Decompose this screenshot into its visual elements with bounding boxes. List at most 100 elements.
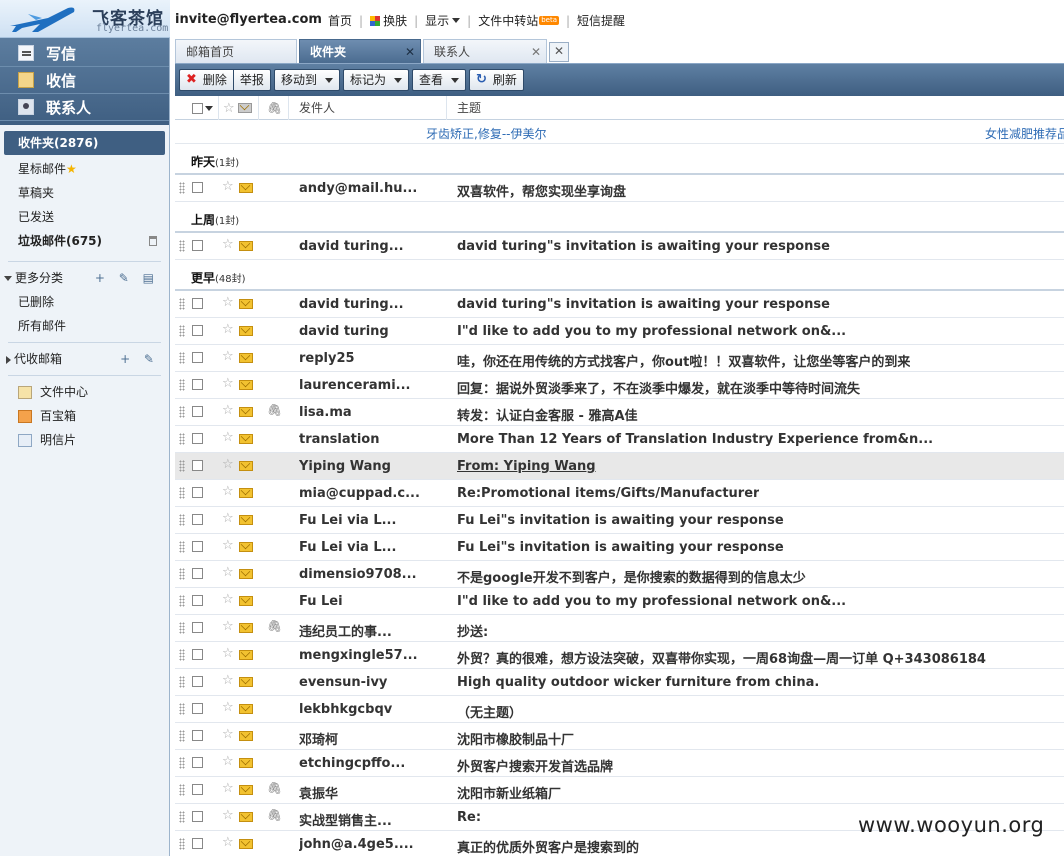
- star-icon[interactable]: ☆: [222, 619, 234, 634]
- star-icon[interactable]: ☆: [222, 646, 234, 661]
- table-row[interactable]: ☆ Fu Lei via L... Fu Lei"s invitation is a…: [175, 507, 1064, 534]
- table-row[interactable]: ☆ Yiping Wang From: Yiping Wang: [175, 453, 1064, 480]
- drag-handle-icon[interactable]: [179, 622, 185, 634]
- row-checkbox[interactable]: [192, 379, 203, 390]
- nav-sms-reminder[interactable]: 短信提醒: [577, 12, 625, 29]
- ad-link-left[interactable]: 牙齿矫正,修复--伊美尔: [426, 125, 546, 142]
- mail-subject[interactable]: Re:: [457, 810, 481, 825]
- compose-button[interactable]: 写信: [0, 40, 169, 67]
- mail-subject[interactable]: 抄送:: [457, 621, 488, 640]
- sender-name[interactable]: Fu Lei: [299, 594, 449, 609]
- sender-name[interactable]: evensun-ivy: [299, 675, 449, 690]
- row-checkbox[interactable]: [192, 703, 203, 714]
- star-icon[interactable]: ☆: [222, 700, 234, 715]
- table-row[interactable]: ☆ 邓琦柯 沈阳市橡胶制品十厂: [175, 723, 1064, 750]
- row-checkbox[interactable]: [192, 298, 203, 309]
- table-row[interactable]: ☆ mia@cuppad.c... Re:Promotional items/Gif…: [175, 480, 1064, 507]
- drag-handle-icon[interactable]: [179, 514, 185, 526]
- table-row[interactable]: ☆ 🖇 违纪员工的事... 抄送:: [175, 615, 1064, 642]
- receive-mail-button[interactable]: 收信: [0, 67, 169, 94]
- nav-skin[interactable]: 换肤: [370, 12, 407, 29]
- folder-inbox[interactable]: 收件夹(2876): [4, 131, 165, 155]
- row-checkbox[interactable]: [192, 460, 203, 471]
- row-checkbox[interactable]: [192, 622, 203, 633]
- select-all-checkbox[interactable]: [192, 102, 203, 114]
- close-all-tabs-button[interactable]: ✕: [549, 42, 569, 62]
- mail-subject[interactable]: 转发：认证白金客服 - 雅高A佳: [457, 405, 638, 424]
- table-row[interactable]: ☆ david turing... david turing"s invitatio…: [175, 233, 1064, 260]
- mail-subject[interactable]: 回复：据说外贸淡季来了，不在淡季中爆发，就在淡季中等待时间流失: [457, 378, 860, 397]
- sender-name[interactable]: 袁振华: [299, 783, 449, 802]
- table-row[interactable]: ☆ david turing... david turing"s invitatio…: [175, 291, 1064, 318]
- row-checkbox[interactable]: [192, 784, 203, 795]
- folder-sent[interactable]: 已发送: [0, 205, 169, 229]
- drag-handle-icon[interactable]: [179, 757, 185, 769]
- chevron-down-icon[interactable]: [205, 105, 213, 111]
- star-icon[interactable]: ☆: [222, 179, 234, 194]
- star-icon[interactable]: ☆: [222, 484, 234, 499]
- sender-name[interactable]: dimensio9708...: [299, 567, 449, 582]
- row-checkbox[interactable]: [192, 811, 203, 822]
- date-group-header[interactable]: 昨天(1封): [175, 144, 1064, 175]
- row-checkbox[interactable]: [192, 838, 203, 849]
- star-icon[interactable]: ☆: [222, 403, 234, 418]
- proxy-tools[interactable]: + ✎: [120, 347, 159, 371]
- drag-handle-icon[interactable]: [179, 811, 185, 823]
- sender-name[interactable]: 实战型销售主...: [299, 810, 449, 829]
- mail-subject[interactable]: Fu Lei"s invitation is awaiting your res…: [457, 513, 784, 528]
- star-icon[interactable]: ☆: [222, 538, 234, 553]
- row-checkbox[interactable]: [192, 568, 203, 579]
- tab-inbox[interactable]: 收件夹 ✕: [299, 39, 421, 63]
- row-checkbox[interactable]: [192, 325, 203, 336]
- drag-handle-icon[interactable]: [179, 595, 185, 607]
- drag-handle-icon[interactable]: [179, 240, 185, 252]
- drag-handle-icon[interactable]: [179, 352, 185, 364]
- table-row[interactable]: ☆ reply25 哇，你还在用传统的方式找客户，你out啦！！双喜软件，让您坐等客…: [175, 345, 1064, 372]
- folder-starred[interactable]: 星标邮件★: [0, 157, 169, 181]
- mark-as-dropdown[interactable]: 标记为: [342, 69, 409, 91]
- star-icon[interactable]: ☆: [222, 237, 234, 252]
- tool-file-center[interactable]: 文件中心: [0, 380, 169, 404]
- star-icon[interactable]: ☆: [222, 727, 234, 742]
- move-to-dropdown[interactable]: 移动到: [273, 69, 340, 91]
- mail-subject[interactable]: I"d like to add you to my professional n…: [457, 324, 846, 339]
- table-row[interactable]: ☆ evensun-ivy High quality outdoor wicker …: [175, 669, 1064, 696]
- mail-subject[interactable]: 双喜软件，帮您实现坐享询盘: [457, 181, 626, 200]
- star-icon[interactable]: ☆: [222, 781, 234, 796]
- sender-name[interactable]: 邓琦柯: [299, 729, 449, 748]
- row-checkbox[interactable]: [192, 676, 203, 687]
- mail-subject[interactable]: 外贸客户搜索开发首选品牌: [457, 756, 613, 775]
- drag-handle-icon[interactable]: [179, 487, 185, 499]
- drag-handle-icon[interactable]: [179, 541, 185, 553]
- sender-name[interactable]: john@a.4ge5....: [299, 837, 449, 852]
- sender-name[interactable]: david turing...: [299, 239, 449, 254]
- table-row[interactable]: ☆ 🖇 袁振华 沈阳市新业纸箱厂: [175, 777, 1064, 804]
- mail-subject[interactable]: 哇，你还在用传统的方式找客户，你out啦！！双喜软件，让您坐等客户的到来: [457, 351, 910, 370]
- row-checkbox[interactable]: [192, 240, 203, 251]
- table-row[interactable]: ☆ 🖇 lisa.ma 转发：认证白金客服 - 雅高A佳: [175, 399, 1064, 426]
- mail-subject[interactable]: 沈阳市新业纸箱厂: [457, 783, 561, 802]
- drag-handle-icon[interactable]: [179, 568, 185, 580]
- nav-display[interactable]: 显示: [425, 12, 461, 29]
- proxy-mailbox-toggle[interactable]: 代收邮箱 + ✎: [0, 347, 169, 371]
- delete-button[interactable]: ✖ 删除: [179, 69, 234, 91]
- drag-handle-icon[interactable]: [179, 460, 185, 472]
- folder-spam[interactable]: 垃圾邮件(675): [0, 229, 169, 253]
- sender-name[interactable]: laurencerami...: [299, 378, 449, 393]
- sender-name[interactable]: lekbhkgcbqv: [299, 702, 449, 717]
- row-checkbox[interactable]: [192, 406, 203, 417]
- row-checkbox[interactable]: [192, 487, 203, 498]
- mail-subject[interactable]: david turing"s invitation is awaiting yo…: [457, 297, 830, 312]
- more-categories-toggle[interactable]: 更多分类 + ✎ ▤: [0, 266, 169, 290]
- nav-home[interactable]: 首页: [328, 12, 352, 29]
- mail-subject[interactable]: More Than 12 Years of Translation Indust…: [457, 432, 933, 447]
- mail-subject[interactable]: From: Yiping Wang: [457, 459, 596, 474]
- drag-handle-icon[interactable]: [179, 379, 185, 391]
- drag-handle-icon[interactable]: [179, 838, 185, 850]
- sender-name[interactable]: mengxingle57...: [299, 648, 449, 663]
- sender-name[interactable]: david turing: [299, 324, 449, 339]
- row-checkbox[interactable]: [192, 730, 203, 741]
- sender-name[interactable]: lisa.ma: [299, 405, 449, 420]
- row-checkbox[interactable]: [192, 541, 203, 552]
- drag-handle-icon[interactable]: [179, 182, 185, 194]
